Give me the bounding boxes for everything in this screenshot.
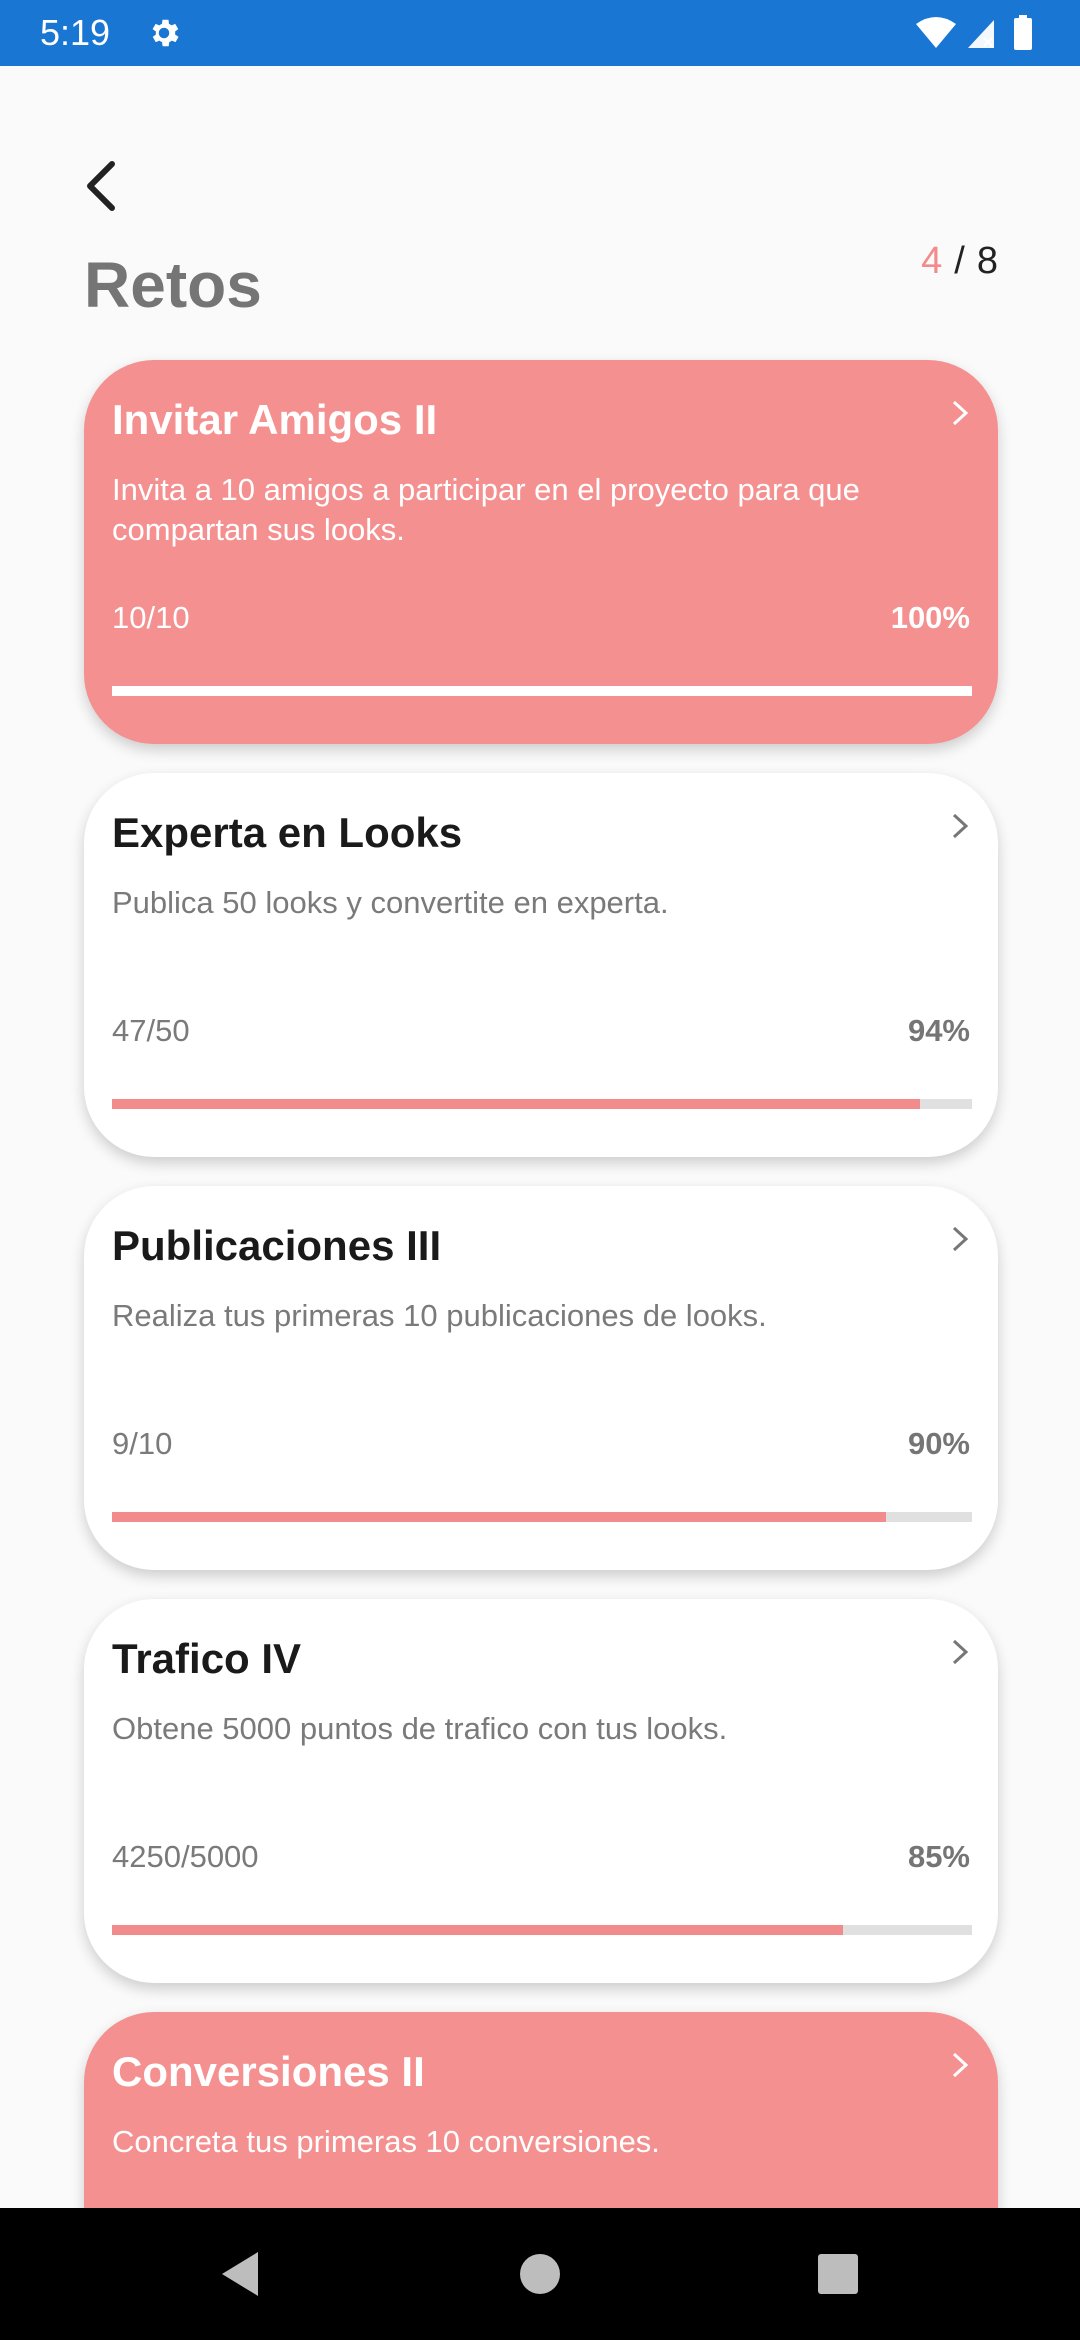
recents-nav-icon[interactable] bbox=[808, 2244, 868, 2304]
challenge-percent: 100% bbox=[890, 600, 970, 635]
home-nav-icon[interactable] bbox=[510, 2244, 570, 2304]
challenge-title: Invitar Amigos II bbox=[112, 396, 438, 443]
page-separator: / bbox=[954, 240, 965, 282]
challenge-count: 9/10 bbox=[112, 1426, 173, 1461]
challenge-count: 47/50 bbox=[112, 1013, 190, 1048]
chevron-right-icon bbox=[952, 1639, 969, 1665]
status-bar: 5:19 bbox=[0, 0, 1080, 66]
challenge-description: Publica 50 looks y convertite en experta… bbox=[112, 885, 669, 920]
progress-track bbox=[112, 686, 972, 696]
chevron-right-icon bbox=[952, 1226, 969, 1252]
progress-fill bbox=[112, 1925, 843, 1935]
system-status-icons bbox=[916, 15, 1032, 50]
back-nav-icon[interactable] bbox=[210, 2244, 270, 2304]
challenge-description: Invita a 10 amigos a participar en el pr… bbox=[112, 472, 860, 547]
challenge-count: 4250/5000 bbox=[112, 1839, 259, 1874]
challenge-card[interactable]: Publicaciones III Realiza tus primeras 1… bbox=[84, 1186, 998, 1570]
challenge-description: Concreta tus primeras 10 conversiones. bbox=[112, 2124, 660, 2159]
back-arrow-icon[interactable] bbox=[76, 150, 132, 222]
wifi-icon bbox=[916, 17, 956, 48]
progress-fill bbox=[112, 1099, 921, 1109]
progress-fill bbox=[112, 1512, 886, 1522]
chevron-right-icon bbox=[952, 2052, 969, 2078]
challenge-title: Conversiones II bbox=[112, 2048, 425, 2095]
challenge-description: Obtene 5000 puntos de trafico con tus lo… bbox=[112, 1711, 728, 1746]
challenge-percent: 94% bbox=[907, 1013, 970, 1048]
challenge-description: Realiza tus primeras 10 publicaciones de… bbox=[112, 1298, 767, 1333]
status-time: 5:19 bbox=[40, 12, 111, 53]
challenge-count: 10/10 bbox=[112, 600, 190, 635]
challenge-title: Experta en Looks bbox=[112, 809, 463, 856]
navigation-bar bbox=[0, 2208, 1080, 2340]
current-page: 4 bbox=[921, 240, 943, 282]
progress-track bbox=[112, 1099, 972, 1109]
chevron-right-icon bbox=[952, 813, 969, 839]
page-title: Retos bbox=[84, 249, 262, 321]
page-indicator: 4 / 8 bbox=[921, 240, 998, 283]
challenge-card[interactable]: Conversiones II Concreta tus primeras 10… bbox=[84, 2012, 998, 2208]
battery-icon bbox=[1014, 18, 1032, 50]
challenge-title: Publicaciones III bbox=[112, 1222, 442, 1269]
progress-track bbox=[112, 1512, 972, 1522]
challenge-card[interactable]: Invitar Amigos II Invita a 10 amigos a p… bbox=[84, 360, 998, 744]
settings-icon bbox=[152, 19, 179, 47]
challenge-card[interactable]: Experta en Looks Publica 50 looks y conv… bbox=[84, 773, 998, 1157]
challenge-percent: 90% bbox=[907, 1426, 970, 1461]
total-pages: 8 bbox=[976, 240, 998, 282]
challenge-title: Trafico IV bbox=[112, 1635, 302, 1682]
challenge-percent: 85% bbox=[907, 1839, 970, 1874]
progress-fill bbox=[112, 686, 972, 696]
progress-track bbox=[112, 1925, 972, 1935]
chevron-right-icon bbox=[952, 400, 969, 426]
challenge-card[interactable]: Trafico IV Obtene 5000 puntos de trafico… bbox=[84, 1599, 998, 1983]
challenge-list[interactable]: Invitar Amigos II Invita a 10 amigos a p… bbox=[0, 348, 1080, 2208]
